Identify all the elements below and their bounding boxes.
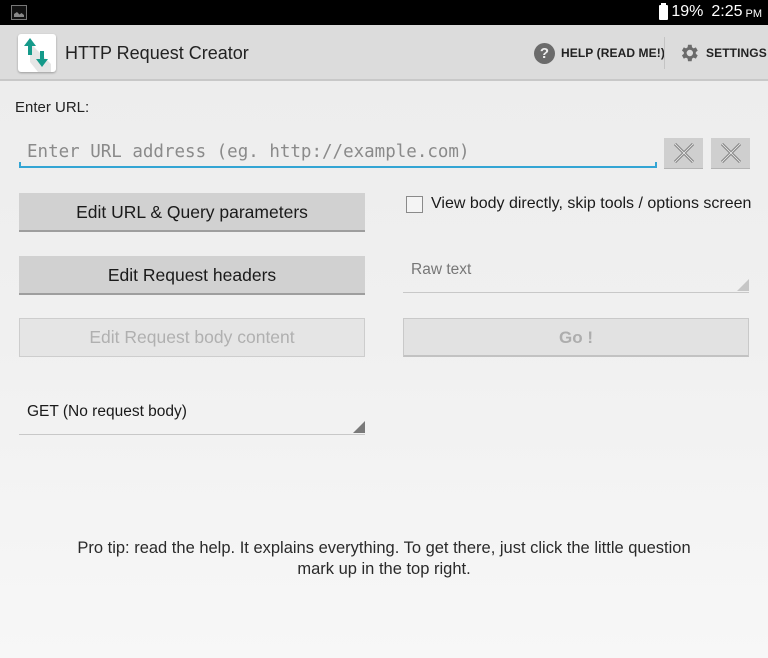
status-bar: 19% 2:25 PM — [0, 0, 768, 25]
body-type-value: Raw text — [411, 261, 472, 278]
battery-percent: 19% — [671, 3, 704, 20]
edit-request-body-button[interactable]: Edit Request body content — [19, 318, 365, 357]
url-input-edge — [655, 162, 657, 168]
clock-time: 2:25 — [711, 3, 743, 20]
body-type-dropdown[interactable]: Raw text — [403, 253, 749, 293]
method-value: GET (No request body) — [27, 403, 187, 420]
clock-ampm: PM — [745, 7, 763, 20]
dropdown-triangle-icon — [353, 421, 365, 433]
close-x-icon — [720, 142, 741, 164]
action-bar-divider — [664, 37, 665, 69]
close-x-icon — [673, 142, 694, 164]
pro-tip-text: Pro tip: read the help. It explains ever… — [77, 539, 691, 578]
app-logo-up-down-arrows-icon[interactable] — [18, 34, 56, 72]
url-input[interactable] — [19, 138, 657, 168]
go-button[interactable]: Go ! — [403, 318, 749, 357]
help-button[interactable]: ? HELP (READ ME!) — [534, 41, 665, 65]
gear-icon — [681, 44, 698, 62]
skip-tools-option[interactable]: View body directly, skip tools / options… — [406, 195, 751, 213]
enter-url-label: Enter URL: — [15, 99, 90, 116]
settings-button[interactable]: SETTINGS — [678, 41, 767, 65]
battery-icon — [659, 2, 669, 20]
action-bar: HTTP Request Creator ? HELP (READ ME!) S… — [0, 25, 768, 81]
clear-all-button[interactable] — [711, 138, 750, 169]
skip-tools-label: View body directly, skip tools / options… — [431, 195, 752, 212]
app-title: HTTP Request Creator — [65, 43, 249, 63]
dropdown-triangle-icon — [737, 279, 749, 291]
settings-label: SETTINGS — [706, 46, 767, 60]
gallery-notification-icon — [11, 5, 27, 20]
skip-tools-checkbox[interactable] — [406, 195, 423, 213]
clear-url-button[interactable] — [664, 138, 703, 169]
help-label: HELP (READ ME!) — [561, 46, 665, 60]
help-circle-icon: ? — [534, 42, 555, 64]
url-input-edge — [19, 162, 21, 168]
status-bar-right: 19% 2:25 PM — [659, 2, 763, 21]
edit-url-query-button[interactable]: Edit URL & Query parameters — [19, 193, 365, 232]
method-dropdown[interactable]: GET (No request body) — [19, 395, 365, 435]
edit-request-headers-button[interactable]: Edit Request headers — [19, 256, 365, 295]
